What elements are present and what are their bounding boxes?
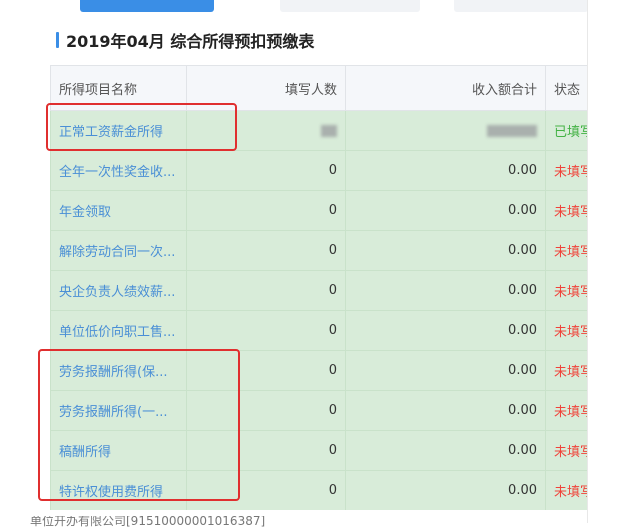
income-total: 0.00 xyxy=(345,430,546,471)
table-row: 特许权使用费所得00.00未填写 xyxy=(50,470,587,510)
page-title: 2019年04月 综合所得预扣预缴表 xyxy=(56,29,314,51)
status-badge: 未填写 xyxy=(545,390,587,431)
income-total: 0.00 xyxy=(345,270,546,311)
income-total: 0.00 xyxy=(345,470,546,510)
income-total: 0.00 xyxy=(345,230,546,271)
status-badge: 未填写 xyxy=(545,150,587,191)
income-table: 所得项目名称 填写人数 收入额合计 状态 正常工资薪金所得已填写全年一次性奖金收… xyxy=(50,65,587,510)
filled-count: 0 xyxy=(186,190,346,231)
table-row: 解除劳动合同一次...00.00未填写 xyxy=(50,230,587,271)
income-item-link[interactable]: 正常工资薪金所得 xyxy=(50,110,187,151)
table-row: 全年一次性奖金收...00.00未填写 xyxy=(50,150,587,191)
income-item-link[interactable]: 单位低价向职工售... xyxy=(50,310,187,351)
income-total: 0.00 xyxy=(345,390,546,431)
filled-count: 0 xyxy=(186,310,346,351)
status-badge: 未填写 xyxy=(545,430,587,471)
status-badge: 未填写 xyxy=(545,230,587,271)
tab-active[interactable] xyxy=(80,0,214,12)
header-status: 状态 xyxy=(545,65,587,111)
table-row: 年金领取00.00未填写 xyxy=(50,190,587,231)
income-item-link[interactable]: 稿酬所得 xyxy=(50,430,187,471)
header-count: 填写人数 xyxy=(186,65,346,111)
filled-count: 0 xyxy=(186,270,346,311)
income-item-link[interactable]: 劳务报酬所得(保... xyxy=(50,350,187,391)
table-row: 劳务报酬所得(一...00.00未填写 xyxy=(50,390,587,431)
status-badge: 已填写 xyxy=(545,110,587,151)
filled-count: 0 xyxy=(186,230,346,271)
filled-count: 0 xyxy=(186,150,346,191)
filled-count: 0 xyxy=(186,390,346,431)
divider xyxy=(587,0,588,523)
status-badge: 未填写 xyxy=(545,190,587,231)
table-row: 单位低价向职工售...00.00未填写 xyxy=(50,310,587,351)
status-badge: 未填写 xyxy=(545,350,587,391)
status-badge: 未填写 xyxy=(545,470,587,510)
table-header-row: 所得项目名称 填写人数 收入额合计 状态 xyxy=(50,65,587,111)
page-title-text: 2019年04月 综合所得预扣预缴表 xyxy=(66,32,315,51)
income-item-link[interactable]: 特许权使用费所得 xyxy=(50,470,187,510)
masked-value xyxy=(487,124,537,137)
header-income: 收入额合计 xyxy=(345,65,546,111)
income-total: 0.00 xyxy=(345,150,546,191)
header-name: 所得项目名称 xyxy=(50,65,187,111)
table-row: 央企负责人绩效薪...00.00未填写 xyxy=(50,270,587,311)
filled-count xyxy=(186,110,346,151)
income-total: 0.00 xyxy=(345,350,546,391)
filled-count: 0 xyxy=(186,470,346,510)
filled-count: 0 xyxy=(186,350,346,391)
income-item-link[interactable]: 央企负责人绩效薪... xyxy=(50,270,187,311)
title-accent-bar xyxy=(56,32,59,48)
tab-3[interactable] xyxy=(454,0,588,12)
table-row: 稿酬所得00.00未填写 xyxy=(50,430,587,471)
income-item-link[interactable]: 解除劳动合同一次... xyxy=(50,230,187,271)
table-row: 正常工资薪金所得 已填写 xyxy=(50,110,587,151)
income-item-link[interactable]: 全年一次性奖金收... xyxy=(50,150,187,191)
income-total: 0.00 xyxy=(345,310,546,351)
status-badge: 未填写 xyxy=(545,310,587,351)
tab-2[interactable] xyxy=(280,0,420,12)
status-badge: 未填写 xyxy=(545,270,587,311)
income-table-container: 所得项目名称 填写人数 收入额合计 状态 正常工资薪金所得已填写全年一次性奖金收… xyxy=(50,65,587,510)
masked-value xyxy=(321,124,337,137)
income-total: 0.00 xyxy=(345,190,546,231)
company-info-text: 单位开办有限公司[91510000001016387] xyxy=(30,514,266,528)
income-item-link[interactable]: 年金领取 xyxy=(50,190,187,231)
income-total xyxy=(345,110,546,151)
filled-count: 0 xyxy=(186,430,346,471)
table-row: 劳务报酬所得(保...00.00未填写 xyxy=(50,350,587,391)
income-item-link[interactable]: 劳务报酬所得(一... xyxy=(50,390,187,431)
